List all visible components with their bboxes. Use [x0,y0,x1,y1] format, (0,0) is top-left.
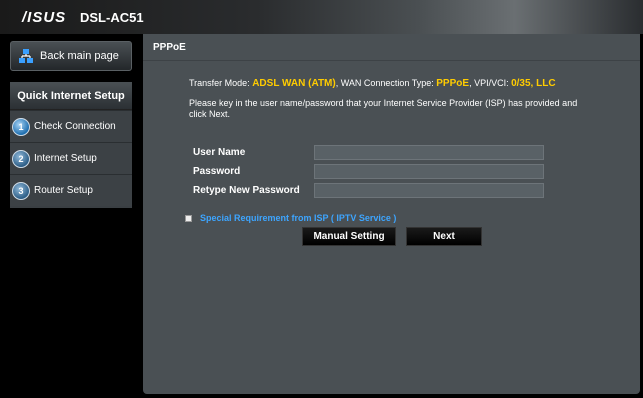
retype-password-row: Retype New Password [193,182,553,198]
step-label: Internet Setup [34,153,97,164]
special-requirement-checkbox[interactable] [185,214,192,222]
username-input[interactable] [314,144,544,160]
manual-setting-button[interactable]: Manual Setting [302,227,396,246]
password-row: Password [193,163,553,179]
vpi-prefix: , VPI/VCI: [469,78,512,88]
header-bar: /ISUS DSL-AC51 [0,0,643,34]
quick-setup-panel: Quick Internet Setup 1 Check Connection … [10,82,132,208]
next-button[interactable]: Next [406,227,482,246]
vpi-value: 0/35, LLC [511,78,556,89]
network-icon [19,49,33,63]
instruction-text: Please key in the user name/password tha… [189,98,578,119]
wan-type-prefix: , WAN Connection Type: [335,78,437,88]
step-2-icon: 2 [12,149,30,168]
transfer-mode-prefix: Transfer Mode: [189,78,253,88]
main-panel: PPPoE Transfer Mode: ADSL WAN (ATM), WAN… [143,34,640,394]
quick-setup-title: Quick Internet Setup [10,82,132,110]
model-name: DSL-AC51 [80,10,144,25]
page-title: PPPoE [153,42,186,53]
connection-info: Transfer Mode: ADSL WAN (ATM), WAN Conne… [189,78,556,89]
special-requirement-option[interactable]: Special Requirement from ISP ( IPTV Serv… [185,213,396,223]
back-main-page-label: Back main page [40,50,119,62]
username-label: User Name [193,146,246,158]
asus-logo: /ISUS [22,9,67,26]
username-row: User Name [193,144,553,160]
step-internet-setup[interactable]: 2 Internet Setup [10,142,132,174]
divider [143,60,640,61]
wan-type-value: PPPoE [436,78,470,89]
step-label: Router Setup [34,185,93,196]
transfer-mode-value: ADSL WAN (ATM) [252,78,336,89]
sidebar: Back main page Quick Internet Setup 1 Ch… [0,34,143,398]
password-label: Password [193,165,241,177]
password-input[interactable] [314,163,544,179]
step-router-setup[interactable]: 3 Router Setup [10,174,132,206]
step-3-icon: 3 [12,181,30,200]
retype-password-label: Retype New Password [193,184,300,196]
special-requirement-link[interactable]: Special Requirement from ISP ( IPTV Serv… [200,213,396,223]
back-main-page-button[interactable]: Back main page [10,41,132,71]
step-check-connection[interactable]: 1 Check Connection [10,110,132,142]
step-label: Check Connection [34,121,116,132]
retype-password-input[interactable] [314,182,544,198]
step-1-icon: 1 [12,117,30,136]
